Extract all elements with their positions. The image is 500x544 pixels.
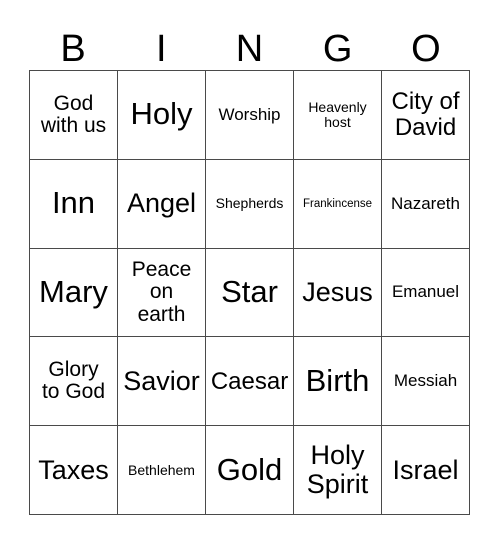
bingo-cell-label: Glory to God [41, 358, 106, 404]
bingo-cell-label: Birth [305, 362, 370, 398]
bingo-cell[interactable]: Nazareth [382, 159, 470, 249]
bingo-cell-label: Nazareth [391, 193, 460, 213]
bingo-header-row: B I N G O [29, 14, 470, 70]
bingo-cell-label: Worship [218, 104, 281, 124]
bingo-cell[interactable]: Frankincense [294, 159, 382, 249]
bingo-cell[interactable]: Savior [118, 337, 206, 427]
bingo-cell-label: Taxes [38, 454, 109, 485]
bingo-cell[interactable]: Angel [118, 159, 206, 249]
bingo-cell-label: Heavenly host [308, 99, 367, 130]
bingo-cell[interactable]: Heavenly host [294, 71, 382, 160]
bingo-cell[interactable]: Gold [206, 426, 294, 515]
bingo-cell-label: Jesus [302, 277, 373, 308]
bingo-cell-label: God with us [40, 91, 107, 137]
bingo-row: God with us Holy Worship Heavenly host C… [30, 71, 470, 160]
bingo-cell-label: Israel [392, 454, 459, 485]
bingo-grid: God with us Holy Worship Heavenly host C… [29, 70, 470, 515]
bingo-cell[interactable]: Peace on earth [118, 248, 206, 338]
bingo-header-letter-i: I [156, 28, 167, 70]
bingo-cell[interactable]: Inn [30, 159, 118, 249]
bingo-cell[interactable]: Bethlehem [118, 426, 206, 515]
bingo-cell-label: Holy [130, 96, 193, 132]
bingo-cell-label: Holy Spirit [306, 440, 369, 500]
bingo-cell-label: Frankincense [302, 197, 373, 210]
bingo-row: Mary Peace on earth Star Jesus Emanuel [30, 248, 470, 338]
bingo-card: B I N G O God with us Holy Worship Heave… [29, 14, 470, 515]
bingo-cell-label: Star [221, 274, 278, 310]
bingo-cell[interactable]: Messiah [382, 337, 470, 427]
bingo-cell[interactable]: Israel [382, 426, 470, 515]
bingo-header-letter-n: N [235, 28, 264, 70]
bingo-cell[interactable]: Holy [118, 71, 206, 160]
bingo-cell[interactable]: Mary [30, 248, 118, 338]
bingo-cell-label: Caesar [210, 367, 289, 395]
bingo-cell[interactable]: City of David [382, 71, 470, 160]
bingo-row: Inn Angel Shepherds Frankincense Nazaret… [30, 159, 470, 249]
bingo-cell-label: Savior [123, 365, 200, 396]
bingo-cell[interactable]: Star [206, 248, 294, 338]
bingo-cell[interactable]: Jesus [294, 248, 382, 338]
bingo-cell[interactable]: God with us [30, 71, 118, 160]
bingo-cell[interactable]: Caesar [206, 337, 294, 427]
bingo-cell-label: Gold [216, 451, 283, 487]
bingo-cell-label: Emanuel [391, 282, 460, 302]
bingo-cell-label: Messiah [393, 371, 458, 391]
bingo-cell[interactable]: Shepherds [206, 159, 294, 249]
bingo-header-letter-g: G [322, 28, 353, 70]
bingo-cell-label: Shepherds [215, 195, 284, 212]
bingo-header-letter-b: B [60, 28, 86, 70]
bingo-cell[interactable]: Birth [294, 337, 382, 427]
bingo-row: Glory to God Savior Caesar Birth Messiah [30, 337, 470, 427]
bingo-cell[interactable]: Glory to God [30, 337, 118, 427]
bingo-cell[interactable]: Worship [206, 71, 294, 160]
bingo-cell-label: Peace on earth [131, 258, 192, 326]
bingo-cell-label: Inn [51, 185, 96, 221]
bingo-cell-label: Mary [39, 274, 108, 310]
bingo-cell-label: Angel [126, 188, 197, 219]
bingo-row: Taxes Bethlehem Gold Holy Spirit Israel [30, 426, 470, 515]
bingo-cell[interactable]: Holy Spirit [294, 426, 382, 515]
bingo-cell-label: City of David [391, 88, 460, 141]
bingo-cell[interactable]: Emanuel [382, 248, 470, 338]
bingo-cell[interactable]: Taxes [30, 426, 118, 515]
bingo-header-letter-o: O [411, 28, 441, 70]
bingo-cell-label: Bethlehem [128, 461, 195, 478]
